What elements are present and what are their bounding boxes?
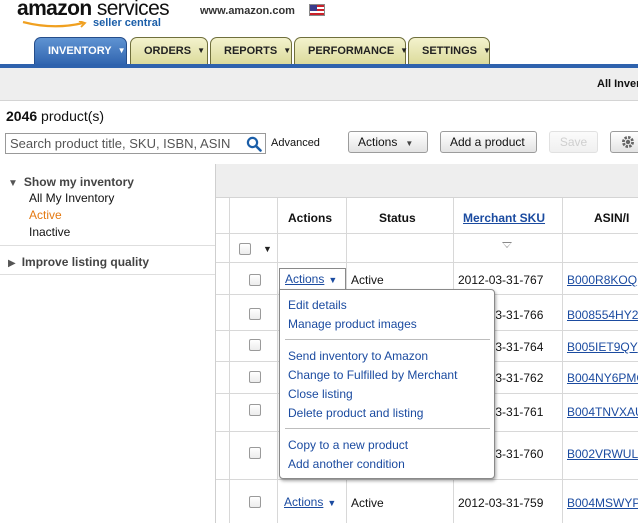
row-actions-menu: Edit details Manage product images Send … (279, 289, 495, 479)
row-checkbox[interactable] (249, 496, 261, 508)
tab-inventory[interactable]: INVENTORY ▼ (34, 37, 127, 66)
menu-item-manage-images[interactable]: Manage product images (288, 317, 417, 331)
tab-performance[interactable]: PERFORMANCE ▼ (294, 37, 409, 64)
row-asin-link[interactable]: B004MSWYP (567, 496, 638, 510)
tab-reports[interactable]: REPORTS ▼ (210, 37, 292, 64)
chevron-down-icon: ▼ (197, 46, 205, 55)
row-actions-link[interactable]: Actions ▼ (284, 495, 336, 509)
chevron-down-icon: ▼ (483, 46, 491, 55)
advanced-search-link[interactable]: Advanced (271, 137, 320, 149)
row-asin-link[interactable]: B005IET9QY (567, 340, 638, 354)
sort-descending-icon[interactable] (502, 242, 512, 248)
row-checkbox[interactable] (249, 371, 261, 383)
top-header: amazon services seller central www.amazo… (0, 0, 638, 66)
column-header-actions: Actions (288, 211, 333, 225)
triangle-down-icon: ▼ (8, 178, 18, 189)
chevron-down-icon: ▼ (283, 46, 292, 55)
row-checkbox[interactable] (249, 447, 261, 459)
row-checkbox[interactable] (249, 308, 261, 320)
column-header-merchant-sku[interactable]: Merchant SKU (463, 211, 545, 225)
actions-dropdown-button[interactable]: Actions ▼ (348, 131, 428, 153)
product-count: 2046 product(s) (6, 108, 105, 124)
column-header-status[interactable]: Status (379, 211, 416, 225)
menu-separator (285, 428, 490, 429)
add-product-button[interactable]: Add a product (440, 131, 537, 153)
chevron-down-icon: ▼ (327, 498, 337, 508)
improve-listing-header[interactable]: ▶ Improve listing quality (8, 255, 149, 269)
select-all-checkbox[interactable] (239, 243, 251, 255)
row-asin-link[interactable]: B004NY6PMC (567, 371, 638, 385)
column-header-asin[interactable]: ASIN/I (594, 211, 629, 225)
smile-logo-icon (22, 21, 87, 28)
filter-active[interactable]: Active (29, 208, 62, 222)
menu-item-send-inventory[interactable]: Send inventory to Amazon (288, 349, 428, 363)
table-toolbar-band (216, 164, 638, 198)
row-checkbox[interactable] (249, 339, 261, 351)
menu-separator (285, 339, 490, 340)
chevron-down-icon: ▼ (117, 46, 126, 55)
tab-orders[interactable]: ORDERS ▼ (130, 37, 208, 64)
amazon-services-logo[interactable]: amazon services seller central (17, 0, 177, 34)
row-sku: 2012-03-31-759 (458, 496, 544, 510)
row-asin-link[interactable]: B000R8KOQ (567, 273, 637, 287)
left-sidebar: ▼ Show my inventory All My Inventory Acti… (0, 164, 216, 523)
select-menu-chevron-icon[interactable]: ▼ (263, 244, 272, 254)
search-icon[interactable] (246, 136, 262, 152)
search-box (5, 133, 266, 154)
chevron-down-icon: ▼ (405, 139, 414, 148)
row-status: Active (351, 496, 384, 510)
logo-subtitle: seller central (93, 17, 161, 29)
menu-item-change-fulfillment[interactable]: Change to Fulfilled by Merchant (288, 368, 457, 382)
filter-inactive[interactable]: Inactive (29, 225, 70, 239)
sidebar-separator (0, 245, 215, 246)
menu-item-close-listing[interactable]: Close listing (288, 387, 353, 401)
row-divider (216, 479, 638, 480)
site-url: www.amazon.com (200, 5, 295, 17)
show-inventory-header[interactable]: ▼ Show my inventory (8, 175, 134, 189)
menu-item-edit-details[interactable]: Edit details (288, 298, 347, 312)
filter-all-inventory[interactable]: All My Inventory (29, 191, 114, 205)
main-nav-tabs: INVENTORY ▼ ORDERS ▼ REPORTS ▼ PERFORMANCE ▼… (0, 37, 638, 66)
triangle-right-icon: ▶ (8, 258, 16, 269)
settings-button[interactable] (610, 131, 638, 153)
row-checkbox[interactable] (249, 404, 261, 416)
menu-item-add-condition[interactable]: Add another condition (288, 457, 405, 471)
gear-icon (622, 136, 634, 148)
header-row-divider (216, 233, 638, 234)
save-button[interactable]: Save (549, 131, 598, 153)
row-status: Active (351, 273, 384, 287)
row-asin-link[interactable]: B002VRWUL (567, 447, 638, 461)
row-sku: 2012-03-31-767 (458, 273, 544, 287)
row-asin-link[interactable]: B008554HY2 (567, 308, 638, 322)
view-strip: All Inven (0, 68, 638, 101)
row-actions-link[interactable]: Actions ▼ (285, 272, 337, 286)
menu-item-delete-product[interactable]: Delete product and listing (288, 406, 423, 420)
filter-row-divider (216, 262, 638, 263)
chevron-down-icon: ▼ (400, 46, 409, 55)
us-flag-icon[interactable] (309, 4, 325, 16)
row-checkbox[interactable] (249, 274, 261, 286)
search-input[interactable] (6, 134, 243, 153)
tab-settings[interactable]: SETTINGS ▼ (408, 37, 491, 64)
row-asin-link[interactable]: B004TNVXAU (567, 405, 638, 419)
chevron-down-icon: ▼ (328, 275, 338, 285)
inventory-view-label[interactable]: All Inven (597, 78, 638, 90)
menu-item-copy-product[interactable]: Copy to a new product (288, 438, 408, 452)
sidebar-separator (0, 274, 215, 275)
